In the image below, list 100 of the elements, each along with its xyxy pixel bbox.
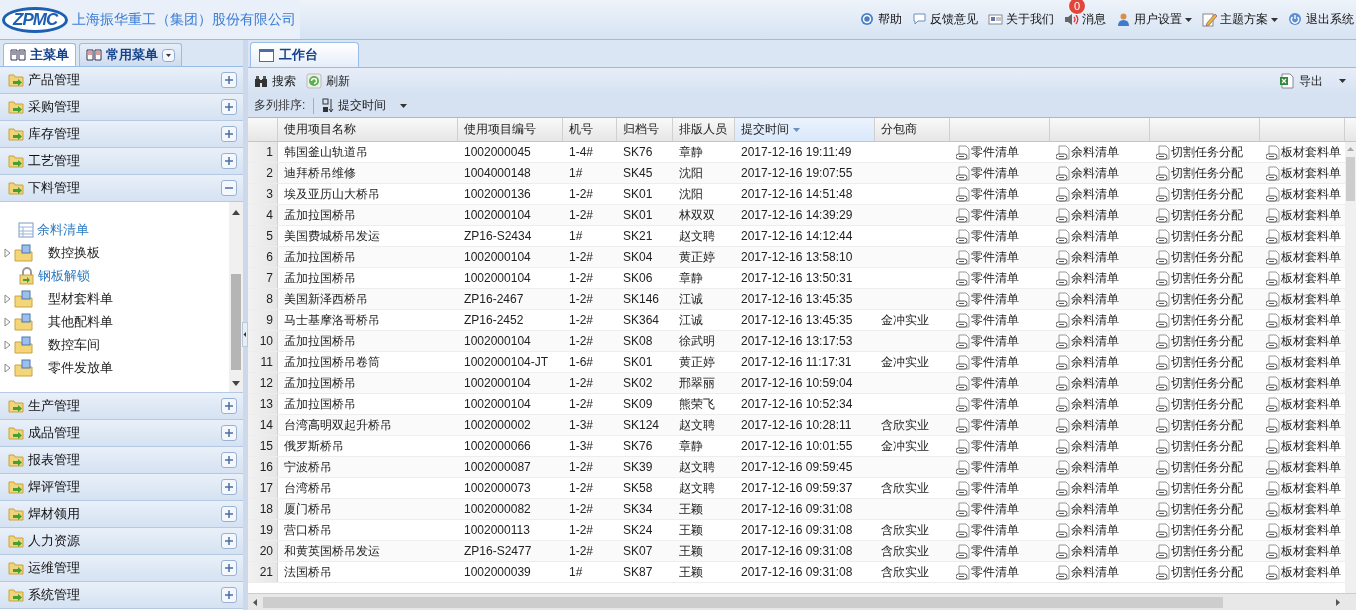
link[interactable]: 零件清单 bbox=[956, 332, 1019, 350]
menu-section[interactable]: 成品管理 bbox=[0, 420, 243, 447]
link[interactable]: 切割任务分配 bbox=[1156, 206, 1243, 224]
link[interactable]: 零件清单 bbox=[956, 248, 1019, 266]
link[interactable]: 板材套料单 bbox=[1266, 416, 1341, 434]
link[interactable]: 余料清单 bbox=[1056, 395, 1119, 413]
link[interactable]: 余料清单 bbox=[1056, 290, 1119, 308]
refresh-button[interactable]: 刷新 bbox=[306, 72, 350, 90]
menu-section[interactable]: 采购管理 bbox=[0, 94, 243, 121]
tree-item[interactable]: 数控换板 bbox=[0, 241, 229, 264]
link[interactable]: 切割任务分配 bbox=[1156, 332, 1243, 350]
link[interactable]: 余料清单 bbox=[1056, 500, 1119, 518]
column-header[interactable]: 归档号 bbox=[617, 118, 673, 141]
link[interactable]: 切割任务分配 bbox=[1156, 542, 1243, 560]
link[interactable]: 板材套料单 bbox=[1266, 395, 1341, 413]
tree-item[interactable]: 钢板解锁 bbox=[0, 264, 229, 287]
link[interactable]: 零件清单 bbox=[956, 542, 1019, 560]
link[interactable]: 切割任务分配 bbox=[1156, 164, 1243, 182]
link[interactable]: 切割任务分配 bbox=[1156, 416, 1243, 434]
link[interactable]: 切割任务分配 bbox=[1156, 374, 1243, 392]
link[interactable]: 零件清单 bbox=[956, 143, 1019, 161]
link[interactable]: 零件清单 bbox=[956, 290, 1019, 308]
link[interactable]: 零件清单 bbox=[956, 269, 1019, 287]
link[interactable]: 余料清单 bbox=[1056, 332, 1119, 350]
link[interactable]: 余料清单 bbox=[1056, 437, 1119, 455]
link[interactable]: 余料清单 bbox=[1056, 521, 1119, 539]
link[interactable]: 零件清单 bbox=[956, 500, 1019, 518]
link[interactable]: 切割任务分配 bbox=[1156, 143, 1243, 161]
link[interactable]: 余料清单 bbox=[1056, 374, 1119, 392]
column-header[interactable]: 使用项目编号 bbox=[458, 118, 563, 141]
column-header[interactable]: 分包商 bbox=[875, 118, 950, 141]
link[interactable]: 零件清单 bbox=[956, 458, 1019, 476]
link[interactable]: 板材套料单 bbox=[1266, 374, 1341, 392]
tree-item[interactable]: 数控车间 bbox=[0, 333, 229, 356]
link[interactable]: 板材套料单 bbox=[1266, 500, 1341, 518]
link[interactable]: 零件清单 bbox=[956, 227, 1019, 245]
link[interactable]: 切割任务分配 bbox=[1156, 563, 1243, 581]
link[interactable]: 切割任务分配 bbox=[1156, 311, 1243, 329]
link[interactable]: 零件清单 bbox=[956, 374, 1019, 392]
link[interactable]: 余料清单 bbox=[1056, 227, 1119, 245]
link[interactable]: 板材套料单 bbox=[1266, 143, 1341, 161]
link[interactable]: 余料清单 bbox=[1056, 458, 1119, 476]
link[interactable]: 板材套料单 bbox=[1266, 437, 1341, 455]
page-tab[interactable]: 工作台 bbox=[250, 42, 359, 67]
menu-section[interactable]: 生产管理 bbox=[0, 393, 243, 420]
header-button[interactable]: 用户设置 bbox=[1116, 11, 1192, 28]
link[interactable]: 板材套料单 bbox=[1266, 185, 1341, 203]
link[interactable]: 余料清单 bbox=[1056, 248, 1119, 266]
menu-section[interactable]: 报表管理 bbox=[0, 447, 243, 474]
menu-section[interactable]: 工艺管理 bbox=[0, 148, 243, 175]
link[interactable]: 板材套料单 bbox=[1266, 353, 1341, 371]
link[interactable]: 切割任务分配 bbox=[1156, 437, 1243, 455]
header-button[interactable]: 主题方案 bbox=[1202, 11, 1278, 28]
link[interactable]: 板材套料单 bbox=[1266, 542, 1341, 560]
link[interactable]: 零件清单 bbox=[956, 164, 1019, 182]
link[interactable]: 余料清单 bbox=[1056, 479, 1119, 497]
tree-item[interactable]: 其他配料单 bbox=[0, 310, 229, 333]
tree-item[interactable]: 零件发放单 bbox=[0, 356, 229, 379]
link[interactable]: 余料清单 bbox=[1056, 563, 1119, 581]
link[interactable]: 零件清单 bbox=[956, 395, 1019, 413]
menu-section[interactable]: 库存管理 bbox=[0, 121, 243, 148]
link[interactable]: 切割任务分配 bbox=[1156, 353, 1243, 371]
link[interactable]: 零件清单 bbox=[956, 563, 1019, 581]
link[interactable]: 零件清单 bbox=[956, 206, 1019, 224]
link[interactable]: 板材套料单 bbox=[1266, 227, 1341, 245]
link[interactable]: 板材套料单 bbox=[1266, 332, 1341, 350]
tree-item[interactable]: 型材套料单 bbox=[0, 287, 229, 310]
menu-tab[interactable]: 常用菜单 bbox=[79, 43, 182, 66]
link[interactable]: 零件清单 bbox=[956, 437, 1019, 455]
link[interactable]: 切割任务分配 bbox=[1156, 458, 1243, 476]
sort-button[interactable]: 提交时间 bbox=[322, 97, 408, 114]
link[interactable]: 余料清单 bbox=[1056, 542, 1119, 560]
header-button[interactable]: 反馈意见 bbox=[912, 11, 978, 28]
link[interactable]: 零件清单 bbox=[956, 185, 1019, 203]
menu-section[interactable]: 下料管理 bbox=[0, 175, 243, 202]
link[interactable]: 零件清单 bbox=[956, 311, 1019, 329]
link[interactable]: 余料清单 bbox=[1056, 353, 1119, 371]
link[interactable]: 板材套料单 bbox=[1266, 479, 1341, 497]
tree-item[interactable]: 余料清单 bbox=[0, 218, 229, 241]
link[interactable]: 板材套料单 bbox=[1266, 311, 1341, 329]
menu-section[interactable]: 运维管理 bbox=[0, 555, 243, 582]
link[interactable]: 切割任务分配 bbox=[1156, 185, 1243, 203]
link[interactable]: 板材套料单 bbox=[1266, 164, 1341, 182]
search-button[interactable]: 搜索 bbox=[254, 72, 296, 90]
link[interactable]: 板材套料单 bbox=[1266, 290, 1341, 308]
link[interactable]: 余料清单 bbox=[1056, 164, 1119, 182]
link[interactable]: 板材套料单 bbox=[1266, 458, 1341, 476]
link[interactable]: 余料清单 bbox=[1056, 206, 1119, 224]
column-header[interactable]: 机号 bbox=[563, 118, 617, 141]
link[interactable]: 切割任务分配 bbox=[1156, 479, 1243, 497]
link[interactable]: 零件清单 bbox=[956, 353, 1019, 371]
menu-tab[interactable]: 主菜单 bbox=[3, 43, 76, 66]
link[interactable]: 切割任务分配 bbox=[1156, 521, 1243, 539]
column-header[interactable]: 使用项目名称 bbox=[278, 118, 458, 141]
header-button[interactable]: 帮助 bbox=[860, 11, 902, 28]
link[interactable]: 余料清单 bbox=[1056, 143, 1119, 161]
menu-section[interactable]: 产品管理 bbox=[0, 67, 243, 94]
link[interactable]: 零件清单 bbox=[956, 479, 1019, 497]
link[interactable]: 余料清单 bbox=[1056, 416, 1119, 434]
menu-section[interactable]: 人力资源 bbox=[0, 528, 243, 555]
